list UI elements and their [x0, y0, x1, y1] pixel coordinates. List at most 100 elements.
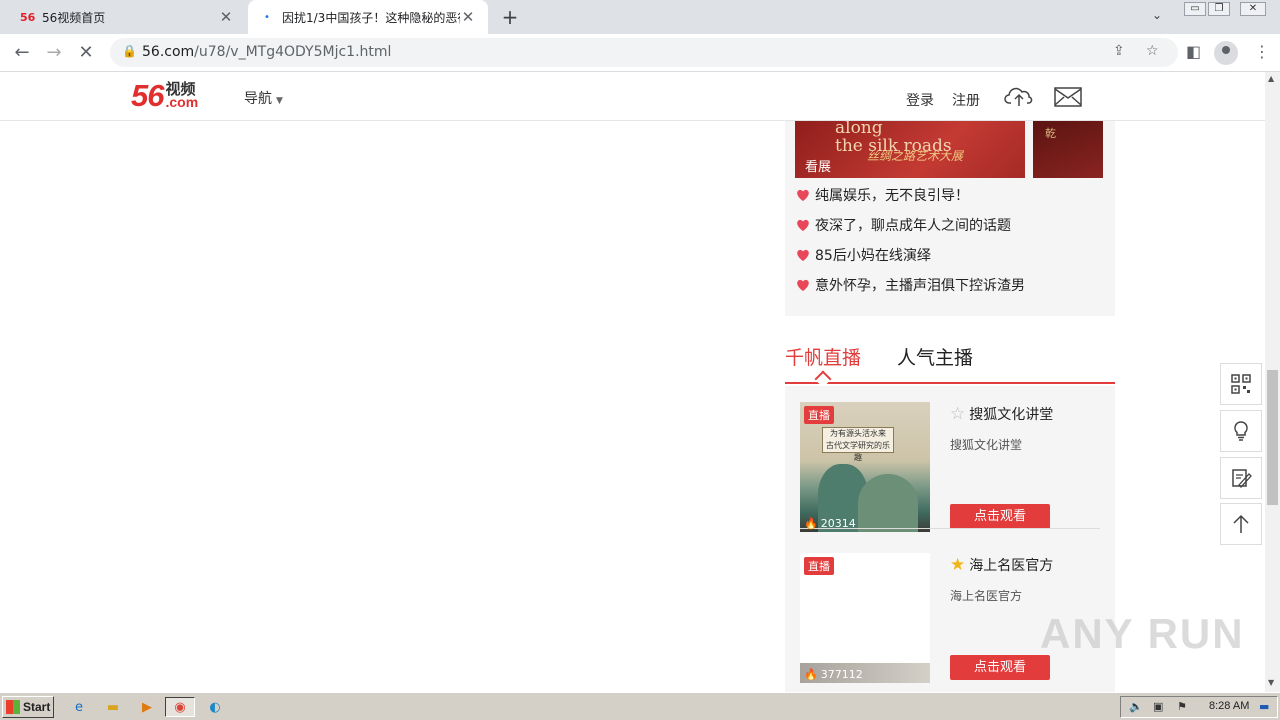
restore-button[interactable]: ❐: [1208, 2, 1230, 16]
login-link[interactable]: 登录: [906, 90, 934, 110]
live-badge: 直播: [804, 557, 834, 575]
secondary-banner[interactable]: 乾: [1033, 121, 1103, 178]
qr-code-icon: [1231, 374, 1251, 394]
logo-com: .com: [165, 94, 199, 110]
arrow-up-icon: [1233, 514, 1249, 533]
star-filled-icon[interactable]: ★: [950, 555, 965, 575]
tab-56-home[interactable]: 56 56视频首页 ✕: [8, 0, 246, 34]
scrollbar-thumb[interactable]: [1267, 370, 1278, 505]
watch-button[interactable]: 点击观看: [950, 504, 1050, 529]
live-tabs: 千帆直播 人气主播: [785, 339, 1115, 388]
new-tab-button[interactable]: +: [498, 5, 522, 29]
window-close-button[interactable]: ✕: [1240, 2, 1266, 16]
flame-icon: 🔥: [804, 517, 818, 530]
anchor-title: 搜狐文化讲堂: [969, 407, 1054, 423]
logo-number: 56: [131, 78, 164, 113]
register-link[interactable]: 注册: [952, 90, 980, 110]
edit-note-icon: [1232, 469, 1252, 488]
heart-icon: [797, 189, 809, 201]
folder-icon[interactable]: ▬: [102, 697, 124, 717]
recommend-item[interactable]: 夜深了，聊点成年人之间的话题: [795, 215, 1011, 235]
stop-loading-icon[interactable]: ✕: [74, 41, 98, 65]
scroll-up-icon[interactable]: ▲: [1268, 74, 1274, 83]
heart-icon: [797, 279, 809, 291]
anchor-name[interactable]: ☆ 搜狐文化讲堂: [950, 404, 1053, 424]
qr-code-button[interactable]: [1220, 363, 1262, 405]
caret-down-icon: ▼: [276, 96, 283, 106]
lock-icon[interactable]: 🔒: [122, 44, 137, 58]
tab-popular-anchors[interactable]: 人气主播: [897, 343, 973, 370]
browser-tab-strip: 56 56视频首页 ✕ • 因扰1/3中国孩子！这种隐秘的恶行… ✕ + ⌄ ▭…: [0, 0, 1280, 34]
live-thumbnail[interactable]: 直播 为有源头活水来 古代文学研究的乐趣 🔥 20314: [800, 402, 930, 532]
menu-kebab-icon[interactable]: ⋮: [1254, 42, 1270, 61]
browser-toolbar: ← → ✕ 🔒 56.com/u78/v_MTg4ODY5Mjc1.html ⇪…: [0, 34, 1280, 72]
url-host: 56.com: [142, 44, 195, 60]
mail-icon[interactable]: [1054, 86, 1082, 108]
tab-qianfan-live[interactable]: 千帆直播: [785, 343, 861, 370]
heart-icon: [797, 219, 809, 231]
share-icon[interactable]: ⇪: [1113, 43, 1125, 59]
cloud-upload-icon[interactable]: [1004, 84, 1034, 108]
system-tray: 🔈 ▣ ⚑ 8:28 AM ▬: [1120, 696, 1278, 718]
tab-title: 因扰1/3中国孩子！这种隐秘的恶行…: [282, 10, 460, 25]
recommend-title: 夜深了，聊点成年人之间的话题: [815, 218, 1011, 234]
close-icon[interactable]: ✕: [460, 8, 476, 26]
live-thumbnail[interactable]: 直播 🔥 377112: [800, 553, 930, 683]
viewer-count: 🔥 20314: [804, 517, 856, 530]
viewer-number: 20314: [820, 517, 856, 530]
nav-label: 导航: [244, 91, 272, 107]
close-icon[interactable]: ✕: [218, 8, 234, 26]
url-text: 56.com/u78/v_MTg4ODY5Mjc1.html: [142, 44, 391, 60]
idea-button[interactable]: [1220, 410, 1262, 452]
nav-dropdown[interactable]: 导航 ▼: [244, 88, 283, 108]
show-desktop-icon[interactable]: ▬: [1259, 700, 1269, 713]
recommend-title: 纯属娱乐，无不良引导！: [815, 188, 969, 204]
windows-logo-icon: [6, 700, 20, 714]
site-logo[interactable]: 56 视频 .com: [131, 78, 198, 114]
recommend-item[interactable]: 纯属娱乐，无不良引导！: [795, 185, 969, 205]
windows-taskbar: Start e ▬ ▶ ◉ ◐ 🔈 ▣ ⚑ 8:28 AM ▬: [0, 692, 1280, 720]
recommend-item[interactable]: 意外怀孕，主播声泪俱下控诉渣男: [795, 275, 1025, 295]
site-favicon: 56: [20, 10, 36, 24]
chevron-down-icon[interactable]: ⌄: [1152, 8, 1162, 22]
edge-icon[interactable]: ◐: [204, 697, 226, 717]
exhibition-banner[interactable]: along the silk roads 丝绸之路艺术大展 看展: [795, 121, 1025, 178]
star-icon[interactable]: ☆: [1146, 43, 1159, 59]
chrome-icon[interactable]: ◉: [165, 697, 195, 717]
anchor-name[interactable]: ★ 海上名医官方: [950, 555, 1053, 575]
anchor-subtitle: 海上名医官方: [950, 589, 1023, 603]
address-bar[interactable]: 🔒 56.com/u78/v_MTg4ODY5Mjc1.html ⇪ ☆: [110, 38, 1178, 67]
start-button[interactable]: Start: [2, 696, 54, 718]
recommend-title: 意外怀孕，主播声泪俱下控诉渣男: [815, 278, 1025, 294]
lightbulb-icon: [1234, 421, 1248, 441]
recommend-item[interactable]: 85后小妈在线演绎: [795, 245, 931, 265]
banner-label: 看展: [805, 160, 832, 175]
anchor-title: 海上名医官方: [969, 558, 1054, 574]
back-to-top-button[interactable]: [1220, 503, 1262, 545]
right-sidebar: along the silk roads 丝绸之路艺术大展 看展 乾 纯属娱乐，无…: [785, 121, 1115, 692]
media-player-icon[interactable]: ▶: [136, 697, 158, 717]
side-panel-icon[interactable]: ◧: [1186, 42, 1201, 61]
profile-avatar[interactable]: [1214, 41, 1238, 65]
scroll-down-icon[interactable]: ▼: [1268, 678, 1274, 687]
tab-current-video[interactable]: • 因扰1/3中国孩子！这种隐秘的恶行… ✕: [248, 0, 488, 34]
live-card: 直播 为有源头活水来 古代文学研究的乐趣 🔥 20314 ☆ 搜狐文化讲堂 搜狐文化…: [800, 402, 1100, 542]
watch-button[interactable]: 点击观看: [950, 655, 1050, 680]
back-arrow-icon[interactable]: ←: [10, 41, 34, 65]
mountain-shape: [858, 474, 918, 532]
feedback-button[interactable]: [1220, 457, 1262, 499]
thumbnail-plaque: 为有源头活水来 古代文学研究的乐趣: [822, 427, 894, 462]
minimize-button[interactable]: ▭: [1184, 2, 1206, 16]
live-badge: 直播: [804, 406, 834, 424]
flag-icon[interactable]: ⚑: [1177, 700, 1187, 713]
viewer-count: 🔥 377112: [804, 668, 863, 681]
volume-icon[interactable]: 🔈: [1129, 700, 1143, 713]
flame-icon: 🔥: [804, 668, 818, 681]
network-icon[interactable]: ▣: [1153, 700, 1163, 713]
forward-arrow-icon[interactable]: →: [42, 41, 66, 65]
vertical-scrollbar[interactable]: ▲ ▼: [1265, 72, 1280, 692]
start-label: Start: [23, 700, 51, 714]
star-outline-icon[interactable]: ☆: [950, 404, 965, 424]
banner-decoration: 乾: [1045, 127, 1056, 140]
ie-icon[interactable]: e: [68, 697, 90, 717]
